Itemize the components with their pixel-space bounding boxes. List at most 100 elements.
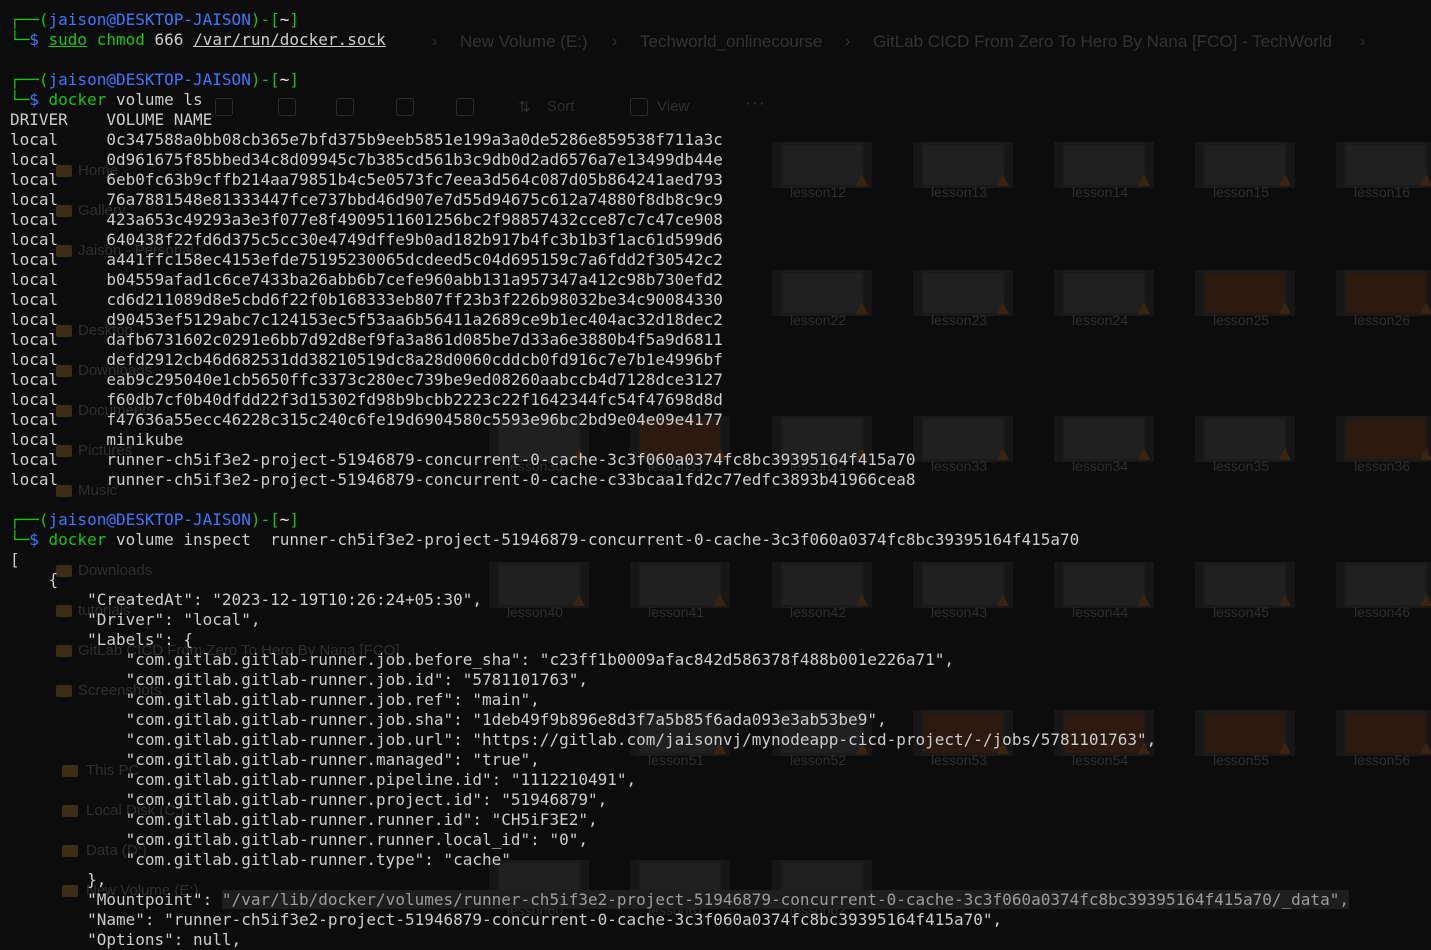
label-entry: "com.gitlab.gitlab-runner.type": "cache" <box>10 850 511 869</box>
volume-driver: local <box>10 170 59 189</box>
volume-row: local minikube <box>10 430 1349 450</box>
inspect-labels-close: }, <box>10 870 107 889</box>
volume-driver: local <box>10 250 59 269</box>
volume-name: d90453ef5129abc7c124153ec5f53aa6b56411a2… <box>106 310 723 329</box>
volume-name: 423a653c49293a3e3f077e8f4909511601256bc2… <box>106 210 723 229</box>
lesson-label: lesson56 <box>1354 752 1411 768</box>
inspect-labels-open: "Labels": { <box>10 630 194 649</box>
volume-row: local 640438f22fd6d375c5cc30e4749dffe9b0… <box>10 230 1349 250</box>
volume-name: 0d961675f85bbed34c8d09945c7b385cd561b3c9… <box>106 150 723 169</box>
label-entry: "com.gitlab.gitlab-runner.managed": "tru… <box>10 750 540 769</box>
label-entry: "com.gitlab.gitlab-runner.job.before_sha… <box>10 650 955 669</box>
volume-name: cd6d211089d8e5cbd6f22f0b168333eb807ff23b… <box>106 290 723 309</box>
prompt-line: ┌──(jaison@DESKTOP-JAISON)-[~] <box>10 70 300 89</box>
label-entry: "com.gitlab.gitlab-runner.job.sha": "1de… <box>10 710 887 729</box>
volume-driver: local <box>10 270 59 289</box>
prompt-path: ~ <box>279 10 290 29</box>
volume-row: local d90453ef5129abc7c124153ec5f53aa6b5… <box>10 310 1349 330</box>
volume-driver: local <box>10 450 59 469</box>
volume-row: local cd6d211089d8e5cbd6f22f0b168333eb80… <box>10 290 1349 310</box>
volume-row: local runner-ch5if3e2-project-51946879-c… <box>10 470 1349 490</box>
cmd-sudo: sudo <box>48 30 88 49</box>
volume-name: a441ffc158ec4153efde75195230065dcdeed5c0… <box>106 250 723 269</box>
volume-name: eab9c295040e1cb5650ffc3373c280ec739be9ed… <box>106 370 723 389</box>
volume-row: local b04559afad1c6ce7433ba26abb6b7cefe9… <box>10 270 1349 290</box>
volume-name: b04559afad1c6ce7433ba26abb6b7cefe960abb1… <box>106 270 723 289</box>
volume-name: runner-ch5if3e2-project-51946879-concurr… <box>106 470 916 489</box>
volume-row: local f60db7cf0b40dfdd22f3d15302fd98b9bc… <box>10 390 1349 410</box>
volume-name: 640438f22fd6d375c5cc30e4749dffe9b0ad182b… <box>106 230 723 249</box>
volume-driver: local <box>10 370 59 389</box>
inspect-driver: "Driver": "local", <box>10 610 261 629</box>
label-entry: "com.gitlab.gitlab-runner.pipeline.id": … <box>10 770 637 789</box>
volume-driver: local <box>10 310 59 329</box>
inspect-open-bracket: [ <box>10 550 20 569</box>
volume-name: f47636a55ecc46228c315c240c6fe19d6904580c… <box>106 410 723 429</box>
command-line: └─$ docker volume inspect runner-ch5if3e… <box>10 530 1080 549</box>
volume-row: local 76a7881548e81333447fce737bbd46d907… <box>10 190 1349 210</box>
volume-table-header: DRIVER VOLUME NAME <box>10 110 213 129</box>
volume-row: local eab9c295040e1cb5650ffc3373c280ec73… <box>10 370 1349 390</box>
lesson-label: lesson36 <box>1354 458 1411 474</box>
lesson-label: lesson16 <box>1354 184 1411 200</box>
volume-driver: local <box>10 130 59 149</box>
volume-name: 6eb0fc63b9cffb214aa79851b4c5e0573fc7eea3… <box>106 170 723 189</box>
volume-row: local runner-ch5if3e2-project-51946879-c… <box>10 450 1349 470</box>
lesson-label: lesson46 <box>1354 604 1411 620</box>
inspect-options: "Options": null, <box>10 930 242 949</box>
volume-name: f60db7cf0b40dfdd22f3d15302fd98b9bcbb2223… <box>106 390 723 409</box>
label-entry: "com.gitlab.gitlab-runner.job.id": "5781… <box>10 670 588 689</box>
volume-driver: local <box>10 210 59 229</box>
inspect-name: "Name": "runner-ch5if3e2-project-5194687… <box>10 910 1003 929</box>
video-thumbnail <box>1336 270 1431 316</box>
volume-name: minikube <box>106 430 184 449</box>
volume-driver: local <box>10 350 59 369</box>
video-thumbnail <box>1336 142 1431 188</box>
cmd-args: volume ls <box>115 90 203 109</box>
volume-driver: local <box>10 430 59 449</box>
cmd-mode: 666 <box>154 30 184 49</box>
inspect-created-at: "CreatedAt": "2023-12-19T10:26:24+05:30"… <box>10 590 483 609</box>
label-entry: "com.gitlab.gitlab-runner.runner.id": "C… <box>10 810 598 829</box>
label-entry: "com.gitlab.gitlab-runner.job.ref": "mai… <box>10 690 540 709</box>
volume-name: 0c347588a0bb08cb365e7bfd375b9eeb5851e199… <box>106 130 723 149</box>
mountpoint-value: "/var/lib/docker/volumes/runner-ch5if3e2… <box>221 890 1349 909</box>
video-thumbnail <box>1336 416 1431 462</box>
volume-driver: local <box>10 190 59 209</box>
volume-name: dafb6731602c0291e6bb7d92d8ef9fa3a861d085… <box>106 330 723 349</box>
volume-driver: local <box>10 230 59 249</box>
breadcrumb-chevron-icon: › <box>1360 33 1366 50</box>
volume-row: local 0c347588a0bb08cb365e7bfd375b9eeb58… <box>10 130 1349 150</box>
volume-name: defd2912cb46d682531dd38210519dc8a28d0060… <box>106 350 723 369</box>
label-entry: "com.gitlab.gitlab-runner.job.url": "htt… <box>10 730 1157 749</box>
inspect-labels: "com.gitlab.gitlab-runner.job.before_sha… <box>10 650 1349 870</box>
video-thumbnail <box>1336 710 1431 756</box>
video-thumbnail <box>1336 562 1431 608</box>
prompt-user-host: jaison@DESKTOP-JAISON <box>48 10 251 29</box>
volume-row: local 423a653c49293a3e3f077e8f4909511601… <box>10 210 1349 230</box>
volume-name: runner-ch5if3e2-project-51946879-concurr… <box>106 450 916 469</box>
cmd-path: /var/run/docker.sock <box>193 30 386 49</box>
prompt-line: ┌──(jaison@DESKTOP-JAISON)-[~] <box>10 10 300 29</box>
cmd-docker: docker <box>48 90 107 109</box>
cmd-chmod: chmod <box>96 30 145 49</box>
volume-row: local f47636a55ecc46228c315c240c6fe19d69… <box>10 410 1349 430</box>
volume-row: local a441ffc158ec4153efde75195230065dcd… <box>10 250 1349 270</box>
label-entry: "com.gitlab.gitlab-runner.runner.local_i… <box>10 830 588 849</box>
inspect-open-brace: { <box>10 570 59 589</box>
volume-driver: local <box>10 330 59 349</box>
volume-name: 76a7881548e81333447fce737bbd46d907e7d55d… <box>106 190 723 209</box>
volume-list: local 0c347588a0bb08cb365e7bfd375b9eeb58… <box>10 130 1349 490</box>
terminal-output[interactable]: ┌──(jaison@DESKTOP-JAISON)-[~] └─$ sudo … <box>10 10 1349 950</box>
volume-row: local 6eb0fc63b9cffb214aa79851b4c5e0573f… <box>10 170 1349 190</box>
prompt-line: ┌──(jaison@DESKTOP-JAISON)-[~] <box>10 510 300 529</box>
volume-row: local dafb6731602c0291e6bb7d92d8ef9fa3a8… <box>10 330 1349 350</box>
command-line: └─$ docker volume ls <box>10 90 203 109</box>
inspect-mountpoint: "Mountpoint": "/var/lib/docker/volumes/r… <box>10 890 1349 909</box>
label-entry: "com.gitlab.gitlab-runner.project.id": "… <box>10 790 608 809</box>
volume-driver: local <box>10 470 59 489</box>
volume-driver: local <box>10 390 59 409</box>
volume-row: local defd2912cb46d682531dd38210519dc8a2… <box>10 350 1349 370</box>
volume-driver: local <box>10 290 59 309</box>
command-line: └─$ sudo chmod 666 /var/run/docker.sock <box>10 30 386 49</box>
